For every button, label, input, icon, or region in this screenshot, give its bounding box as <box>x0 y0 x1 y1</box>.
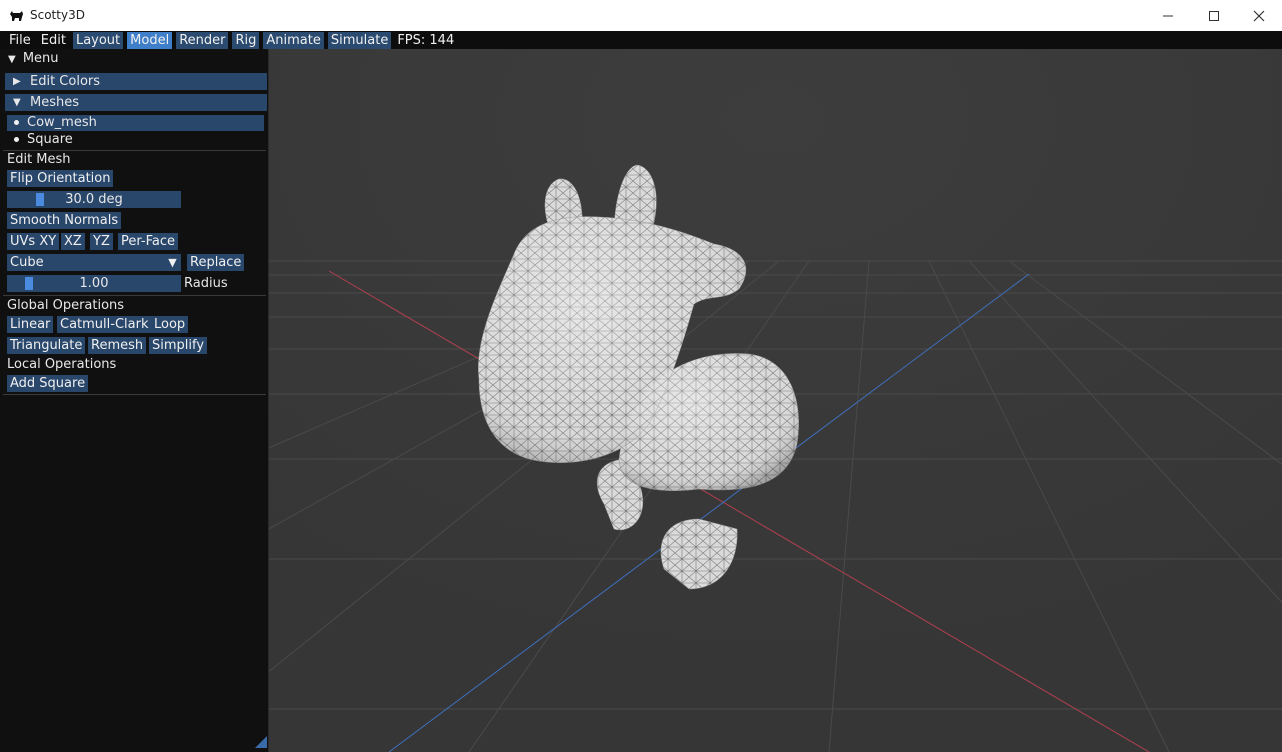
collapse-triangle-icon: ▼ <box>13 97 21 108</box>
mode-animate[interactable]: Animate <box>263 31 324 49</box>
menu-header-label: Menu <box>22 51 59 66</box>
mode-model[interactable]: Model <box>127 31 173 49</box>
loop-button[interactable]: Loop <box>151 316 189 333</box>
radius-slider[interactable]: 1.00 <box>7 275 181 292</box>
window-title: Scotty3D <box>30 8 85 22</box>
edit-colors-header[interactable]: ▶ Edit Colors <box>5 73 267 90</box>
meshes-label: Meshes <box>30 95 79 110</box>
radius-value: 1.00 <box>79 276 109 291</box>
menu-bar: File Edit Layout Model Render Rig Animat… <box>0 31 1282 49</box>
replace-button[interactable]: Replace <box>187 254 245 271</box>
menu-header[interactable]: ▼ Menu <box>8 50 59 68</box>
minimize-icon <box>1163 15 1173 16</box>
mode-rig[interactable]: Rig <box>232 31 260 49</box>
shape-select[interactable]: Cube <box>7 254 167 271</box>
global-operations-heading: Global Operations <box>7 298 125 313</box>
mesh-item-square[interactable]: Square <box>7 132 264 148</box>
uvs-xy-button[interactable]: UVs XY <box>7 233 60 250</box>
catmull-clark-button[interactable]: Catmull-Clark <box>57 316 152 333</box>
angle-value: 30.0 deg <box>65 192 123 207</box>
smooth-normals-button[interactable]: Smooth Normals <box>7 212 122 229</box>
remesh-button[interactable]: Remesh <box>88 337 147 354</box>
resize-grip[interactable] <box>255 736 267 748</box>
3d-viewport[interactable] <box>269 49 1282 752</box>
maximize-icon <box>1209 10 1219 21</box>
expand-triangle-icon: ▶ <box>13 76 21 87</box>
fps-counter: FPS: 144 <box>397 32 455 48</box>
flip-orientation-button[interactable]: Flip Orientation <box>7 170 114 187</box>
linear-button[interactable]: Linear <box>7 316 54 333</box>
edit-colors-label: Edit Colors <box>30 74 101 89</box>
simplify-button[interactable]: Simplify <box>149 337 208 354</box>
angle-slider[interactable]: 30.0 deg <box>7 191 181 208</box>
bullet-icon <box>14 120 19 125</box>
uvs-per-face-button[interactable]: Per-Face <box>118 233 178 250</box>
shape-select-value: Cube <box>10 255 44 270</box>
uvs-yz-button[interactable]: YZ <box>90 233 113 250</box>
mesh-item-cow[interactable]: Cow_mesh <box>7 115 264 131</box>
mesh-item-label: Cow_mesh <box>27 115 97 130</box>
menu-file[interactable]: File <box>6 32 34 49</box>
close-icon <box>1253 10 1265 21</box>
mode-simulate[interactable]: Simulate <box>327 31 392 49</box>
cow-logo-icon <box>10 11 23 21</box>
dropdown-arrow-button[interactable]: ▼ <box>164 254 181 271</box>
mode-render[interactable]: Render <box>176 31 229 49</box>
edit-mesh-heading: Edit Mesh <box>7 152 71 167</box>
meshes-header[interactable]: ▼ Meshes <box>5 94 267 111</box>
mode-layout[interactable]: Layout <box>72 31 124 49</box>
chevron-down-icon: ▼ <box>168 256 177 269</box>
menu-edit[interactable]: Edit <box>38 32 69 49</box>
divider <box>3 295 266 296</box>
minimize-button[interactable] <box>1145 0 1191 31</box>
local-operations-heading: Local Operations <box>7 357 117 372</box>
close-button[interactable] <box>1236 0 1282 31</box>
title-bar: Scotty3D <box>0 0 1282 31</box>
bullet-icon <box>14 137 19 142</box>
add-square-button[interactable]: Add Square <box>7 375 89 392</box>
collapse-triangle-icon: ▼ <box>8 54 16 65</box>
divider <box>3 394 266 395</box>
uvs-xz-button[interactable]: XZ <box>61 233 85 250</box>
maximize-button[interactable] <box>1191 0 1237 31</box>
triangulate-button[interactable]: Triangulate <box>7 337 86 354</box>
scene-canvas <box>269 49 1282 752</box>
side-panel: ▼ Menu ▶ Edit Colors ▼ Meshes Cow_mesh S… <box>0 49 269 752</box>
mesh-item-label: Square <box>27 132 73 147</box>
radius-label: Radius <box>184 276 228 291</box>
